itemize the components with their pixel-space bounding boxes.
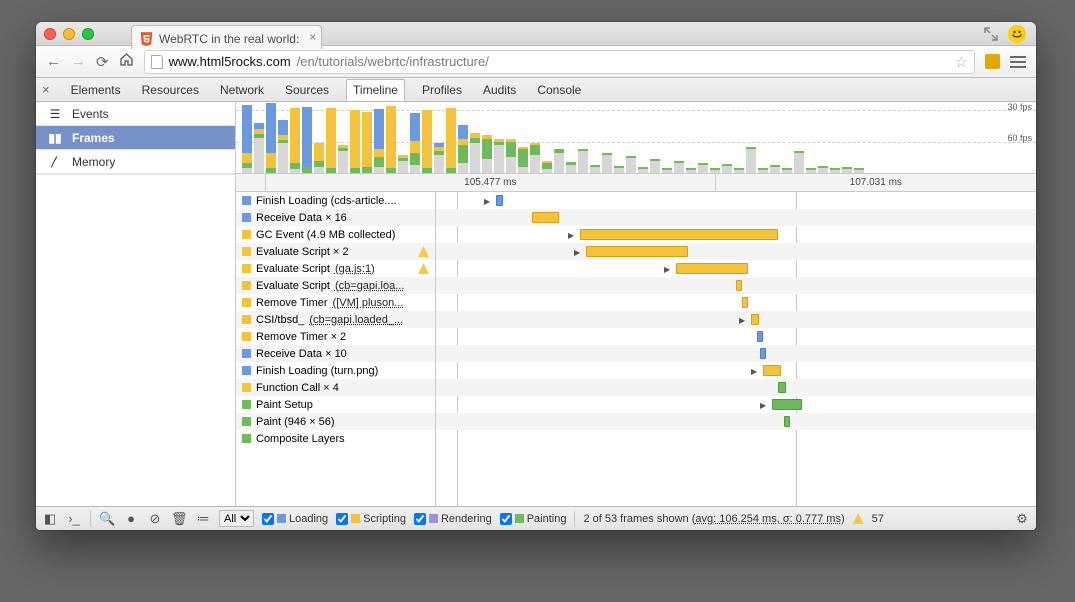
menu-button[interactable] [1010, 56, 1026, 68]
record-row[interactable]: Receive Data × 10 [236, 345, 435, 362]
traffic-lights [44, 28, 94, 40]
tab-title: WebRTC in the real world: [159, 32, 299, 46]
devtools-tabstrip: × Elements Resources Network Sources Timelin… [36, 78, 1036, 102]
warning-count: 57 [872, 513, 884, 525]
devtools-body: ☰ Events ▮▮ Frames 〳 Memory 30 fps 60 fp… [36, 102, 1036, 506]
record-row[interactable]: Remove Timer × 2 [236, 328, 435, 345]
status-bar: ◧ ›_ 🔍 ● ⊘ 🗑 ≔ All Loading Scripting Ren… [36, 506, 1036, 530]
devtools-tab-timeline[interactable]: Timeline [346, 79, 405, 101]
minimize-window-button[interactable] [63, 28, 75, 40]
record-row[interactable]: Finish Loading (turn.png) [236, 362, 435, 379]
records-pane[interactable]: Finish Loading (cds-article....Receive D… [236, 192, 1036, 506]
record-row[interactable]: Evaluate Script (cb=gapi.loa... [236, 277, 435, 294]
record-row[interactable]: Evaluate Script (ga.js:1) [236, 260, 435, 277]
html5-icon [140, 32, 153, 47]
search-icon[interactable]: 🔍 [99, 511, 115, 527]
titlebar: WebRTC in the real world: × [36, 22, 1036, 46]
url-toolbar: ← → ⟳ www.html5rocks.com/en/tutorials/we… [36, 46, 1036, 78]
record-row[interactable]: Composite Layers [236, 430, 435, 447]
side-item-memory[interactable]: 〳 Memory [36, 150, 235, 174]
frames-overview-chart[interactable]: 30 fps 60 fps [236, 102, 1036, 174]
frames-icon: ▮▮ [46, 131, 64, 145]
dock-icon[interactable]: ◧ [42, 511, 58, 527]
record-icon[interactable]: ● [123, 511, 139, 526]
close-devtools-icon[interactable]: × [42, 82, 50, 97]
close-tab-icon[interactable]: × [309, 30, 316, 44]
timeline-main: 30 fps 60 fps 105.477 ms 107.031 ms Fini… [236, 102, 1036, 506]
side-item-frames[interactable]: ▮▮ Frames [36, 126, 235, 150]
settings-gear-icon[interactable]: ⚙ [1014, 511, 1030, 527]
home-button[interactable] [119, 52, 134, 71]
timeline-sidepane: ☰ Events ▮▮ Frames 〳 Memory [36, 102, 236, 506]
page-icon [151, 55, 163, 69]
record-row[interactable]: Receive Data × 16 [236, 209, 435, 226]
events-icon: ☰ [46, 107, 64, 121]
fps-30-label: 30 fps [1007, 102, 1032, 112]
close-window-button[interactable] [44, 28, 56, 40]
expand-icon[interactable] [984, 27, 998, 41]
loading-checkbox[interactable]: Loading [262, 513, 328, 525]
record-row[interactable]: Evaluate Script × 2 [236, 243, 435, 260]
record-row[interactable]: Paint Setup [236, 396, 435, 413]
memory-icon: 〳 [46, 153, 64, 170]
ruler-frame-a: 105.477 ms [266, 174, 716, 191]
url-path: /en/tutorials/webrtc/infrastructure/ [297, 54, 489, 69]
url-input[interactable]: www.html5rocks.com/en/tutorials/webrtc/i… [144, 50, 975, 74]
ruler-frame-b: 107.031 ms [716, 174, 1036, 191]
trash-icon[interactable]: 🗑 [171, 511, 187, 527]
rendering-checkbox[interactable]: Rendering [414, 513, 492, 525]
console-toggle-icon[interactable]: ›_ [66, 511, 82, 526]
devtools-tab-audits[interactable]: Audits [479, 79, 520, 101]
browser-tab[interactable]: WebRTC in the real world: × [131, 25, 322, 49]
time-ruler: 105.477 ms 107.031 ms [236, 174, 1036, 192]
scripting-checkbox[interactable]: Scripting [336, 513, 406, 525]
browser-window: WebRTC in the real world: × ← → ⟳ www.ht… [36, 22, 1036, 530]
filter-icon[interactable]: ≔ [195, 511, 211, 527]
record-row[interactable]: Paint (946 × 56) [236, 413, 435, 430]
side-item-events[interactable]: ☰ Events [36, 102, 235, 126]
devtools-tab-elements[interactable]: Elements [67, 79, 125, 101]
record-row[interactable]: Function Call × 4 [236, 379, 435, 396]
back-button[interactable]: ← [46, 53, 61, 70]
record-row[interactable]: CSI/tbsd_ (cb=gapi.loaded_... [236, 311, 435, 328]
zoom-window-button[interactable] [82, 28, 94, 40]
devtools-tab-resources[interactable]: Resources [138, 79, 203, 101]
fps-60-label: 60 fps [1007, 133, 1032, 143]
devtools-tab-sources[interactable]: Sources [281, 79, 333, 101]
record-row[interactable]: Finish Loading (cds-article.... [236, 192, 435, 209]
emoji-avatar-icon[interactable] [1008, 25, 1026, 43]
record-flame: ▶▶▶▶▶▶▶ [436, 192, 1036, 506]
devtools-tab-profiles[interactable]: Profiles [418, 79, 466, 101]
devtools-tab-network[interactable]: Network [216, 79, 268, 101]
frame-summary: 2 of 53 frames shown (avg: 106.254 ms, σ… [583, 513, 844, 525]
record-row[interactable]: Remove Timer ([VM] pluson... [236, 294, 435, 311]
record-row[interactable]: GC Event (4.9 MB collected) [236, 226, 435, 243]
forward-button[interactable]: → [71, 53, 86, 70]
overview-bars [242, 102, 994, 173]
painting-checkbox[interactable]: Painting [500, 513, 567, 525]
devtools-tab-console[interactable]: Console [533, 79, 585, 101]
extension-icon[interactable] [985, 54, 1000, 69]
record-labels: Finish Loading (cds-article....Receive D… [236, 192, 436, 506]
clear-icon[interactable]: ⊘ [147, 511, 163, 527]
bookmark-star-icon[interactable]: ☆ [955, 53, 968, 71]
reload-button[interactable]: ⟳ [96, 53, 109, 71]
url-host: www.html5rocks.com [169, 54, 291, 69]
warning-icon [853, 513, 864, 524]
filter-select[interactable]: All [219, 510, 254, 527]
